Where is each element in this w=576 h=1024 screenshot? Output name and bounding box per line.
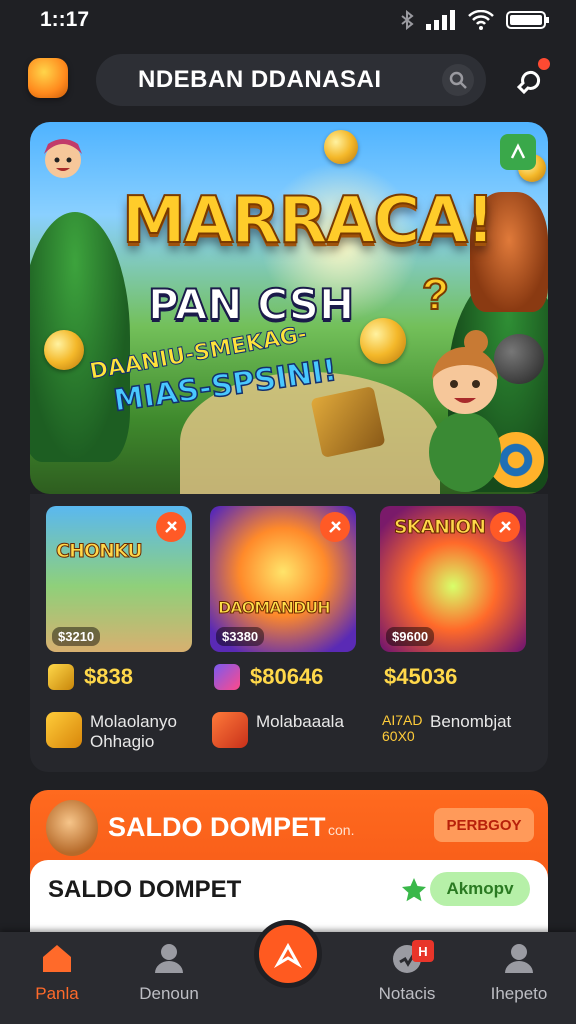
search-bar[interactable]: NDEBAN DDANASAI	[96, 54, 486, 106]
game-card-2[interactable]: DAOMANDUH $3380	[210, 506, 356, 652]
bottom-nav: Panla Denoun H Notacis Ihepeto	[0, 920, 576, 1024]
hero-question-mark: ?	[421, 269, 450, 320]
wallet-header-small: con.	[328, 822, 355, 838]
signal-icon	[426, 10, 455, 30]
game-price: $80646	[250, 664, 324, 689]
notification-badge: H	[412, 940, 434, 962]
tool-icon[interactable]	[490, 512, 520, 542]
battery-icon	[506, 11, 549, 29]
star-icon	[402, 878, 426, 902]
game-card-title: CHONKU	[56, 540, 144, 563]
wallet-header-title: SALDO DOMPET	[108, 812, 326, 842]
gem-cube-icon	[214, 664, 240, 690]
wallet-action-button[interactable]: Akmopv	[430, 872, 530, 906]
user-icon	[505, 944, 533, 973]
bluetooth-icon	[401, 10, 414, 30]
notification-bell-icon[interactable]	[508, 58, 550, 100]
game-price: $45036	[384, 664, 458, 689]
play-fab-button[interactable]	[254, 920, 322, 988]
game-card-1[interactable]: CHONKU $3210	[46, 506, 192, 652]
game-info-1[interactable]: Molaolanyo Ohhagio	[46, 712, 200, 752]
wallet-header-button[interactable]: PERBGOY	[434, 808, 534, 842]
wallet-card-title: SALDO DOMPET	[48, 876, 242, 903]
home-icon	[43, 945, 71, 972]
game-info-text: Benombjat	[430, 712, 512, 731]
girl-character-icon	[429, 330, 501, 492]
nav-item-settings[interactable]: Ihepeto	[464, 942, 574, 1012]
game-card-3[interactable]: SKANION $9600	[380, 506, 526, 652]
game-card-title: DAOMANDUH	[218, 598, 332, 618]
nav-label: Denoun	[139, 984, 199, 1003]
coin-icon	[44, 330, 84, 370]
tool-icon[interactable]	[320, 512, 350, 542]
coin-icon	[360, 318, 406, 364]
game-card-title: SKANION	[393, 516, 486, 539]
nav-label: Notacis	[378, 984, 436, 1003]
game-info-prefix: AI7AD 60X0	[382, 712, 423, 744]
search-icon[interactable]	[442, 64, 474, 96]
nav-item-home[interactable]: Panla	[2, 942, 112, 1012]
notification-dot	[538, 58, 550, 70]
games-panel: CHONKU $3210 DAOMANDUH $3380 SKANION $96…	[30, 494, 548, 772]
nav-item-profile[interactable]: Denoun	[114, 942, 224, 1012]
nav-label: Ihepeto	[490, 984, 548, 1003]
game-card-price: $3210	[52, 627, 101, 646]
app-logo-icon[interactable]	[28, 58, 68, 98]
game-price-row-3: $45036	[384, 664, 457, 690]
app-header: NDEBAN DDANASAI	[0, 50, 576, 110]
search-text: NDEBAN DDANASAI	[138, 66, 382, 93]
nav-item-notifications[interactable]: H Notacis	[352, 940, 462, 1012]
status-time: 1::17	[40, 8, 90, 31]
gold-cube-icon	[48, 664, 74, 690]
play-icon	[273, 942, 303, 969]
boy-character-icon	[44, 139, 82, 178]
game-price-row-2: $80646	[214, 664, 323, 690]
key-icon	[46, 712, 82, 748]
hero-banner[interactable]: MARRACA! PAN CSH ? DAANIU-SMEKAG- MIAS-S…	[30, 122, 548, 494]
avatar-icon	[46, 800, 98, 856]
game-card-price: $9600	[386, 627, 435, 646]
mask-icon	[212, 712, 248, 748]
tool-icon[interactable]	[156, 512, 186, 542]
wifi-icon	[468, 10, 494, 30]
status-bar: 1::17	[0, 0, 576, 40]
star-icon	[324, 130, 358, 164]
gift-icon[interactable]	[500, 134, 536, 170]
game-info-3[interactable]: AI7AD 60X0 Benombjat	[382, 712, 511, 744]
game-info-text: Molaolanyo Ohhagio	[90, 712, 177, 751]
game-info-2[interactable]: Molabaaala	[212, 712, 344, 748]
game-card-price: $3380	[216, 627, 265, 646]
nav-label: Panla	[35, 984, 79, 1003]
hero-title: MARRACA!	[121, 183, 496, 259]
hero-subtitle: PAN CSH	[147, 279, 355, 330]
user-icon	[155, 944, 183, 973]
status-icons	[400, 10, 550, 30]
game-price: $838	[84, 664, 133, 689]
game-info-text: Molabaaala	[256, 712, 344, 731]
game-price-row-1: $838	[48, 664, 133, 690]
